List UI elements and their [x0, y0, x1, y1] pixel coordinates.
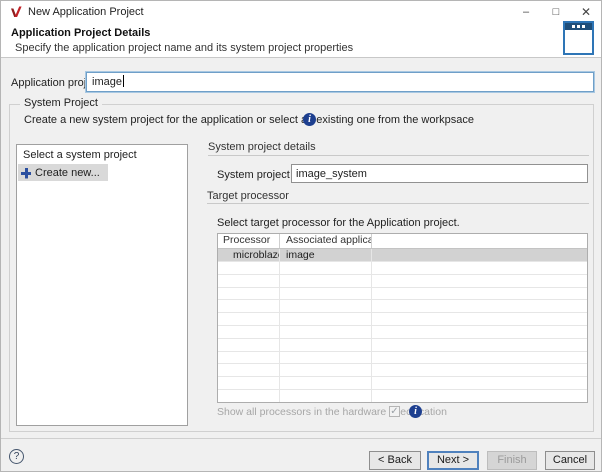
application-project-name-value: image — [92, 76, 122, 88]
page-title: Application Project Details — [11, 27, 150, 39]
footer-divider — [1, 438, 601, 439]
processor-table: Processor Associated applications microb… — [217, 233, 588, 403]
cancel-button[interactable]: Cancel — [545, 451, 595, 470]
target-processor-instruction: Select target processor for the Applicat… — [217, 217, 460, 229]
system-project-list[interactable]: Select a system project Create new... — [16, 144, 188, 426]
table-row[interactable] — [218, 352, 587, 365]
section-divider — [207, 203, 589, 204]
table-row-microblaze[interactable]: microblaze_0 image — [218, 249, 587, 262]
page-subtitle: Specify the application project name and… — [15, 42, 353, 54]
table-row[interactable] — [218, 275, 587, 288]
window-title: New Application Project — [28, 1, 144, 23]
next-button[interactable]: Next > — [427, 451, 479, 470]
cell-processor: microblaze_0 — [218, 249, 280, 261]
plus-icon — [21, 168, 31, 178]
cell-empty — [372, 249, 587, 261]
dot-icon — [572, 25, 575, 28]
maximize-button[interactable]: □ — [541, 1, 571, 23]
column-header-empty[interactable] — [372, 234, 587, 248]
application-project-name-input[interactable]: image — [86, 72, 594, 92]
system-project-name-input[interactable] — [291, 164, 588, 183]
wizard-window-icon — [563, 21, 594, 55]
section-divider — [208, 155, 589, 156]
system-project-group: System Project Create a new system proje… — [9, 104, 594, 432]
processor-table-header: Processor Associated applications — [218, 234, 587, 249]
processor-table-body: microblaze_0 image — [218, 249, 587, 403]
column-header-processor[interactable]: Processor — [218, 234, 280, 248]
table-row[interactable] — [218, 390, 587, 403]
table-row[interactable] — [218, 339, 587, 352]
new-application-project-dialog: New Application Project – □ ✕ Applicatio… — [0, 0, 602, 472]
table-row[interactable] — [218, 377, 587, 390]
system-project-list-header: Select a system project — [23, 149, 137, 161]
info-icon[interactable]: i — [409, 405, 422, 418]
system-project-group-label: System Project — [20, 97, 102, 109]
dot-icon — [582, 25, 585, 28]
table-row[interactable] — [218, 313, 587, 326]
column-header-associated-applications[interactable]: Associated applications — [280, 234, 372, 248]
table-row[interactable] — [218, 326, 587, 339]
table-row[interactable] — [218, 288, 587, 301]
title-bar: New Application Project – □ ✕ — [1, 1, 601, 23]
dot-icon — [577, 25, 580, 28]
target-processor-title: Target processor — [207, 190, 289, 202]
minimize-button[interactable]: – — [511, 1, 541, 23]
wizard-header: Application Project Details Specify the … — [1, 23, 601, 58]
show-all-processors-checkbox[interactable]: ✓ — [389, 406, 400, 417]
list-item-create-new[interactable]: Create new... — [18, 164, 108, 181]
table-row[interactable] — [218, 262, 587, 275]
back-button[interactable]: < Back — [369, 451, 421, 470]
system-project-details-title: System project details — [208, 141, 316, 153]
system-project-description: Create a new system project for the appl… — [24, 114, 474, 126]
cell-applications: image — [280, 249, 372, 261]
list-item-label: Create new... — [35, 167, 100, 179]
wizard-window-icon-titlebar — [565, 23, 592, 30]
finish-button[interactable]: Finish — [487, 451, 537, 470]
xilinx-logo-icon — [9, 5, 23, 19]
help-button[interactable]: ? — [9, 449, 24, 464]
table-row[interactable] — [218, 300, 587, 313]
table-row[interactable] — [218, 364, 587, 377]
close-button[interactable]: ✕ — [571, 1, 601, 23]
info-icon[interactable]: i — [303, 113, 316, 126]
text-caret — [123, 75, 124, 87]
